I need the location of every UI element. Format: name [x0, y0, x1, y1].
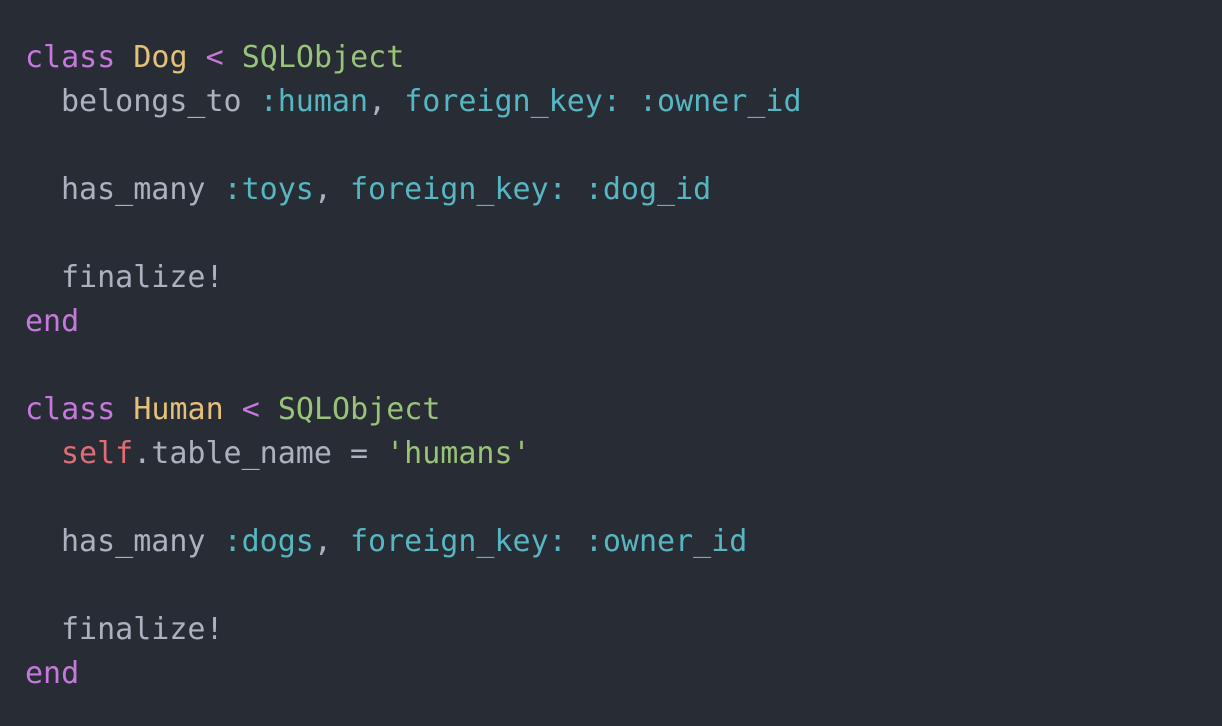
code-line: end [25, 652, 1222, 696]
code-token-self: self [61, 436, 134, 471]
code-token-keyword: class [25, 40, 116, 75]
code-token-plain: belongs_to [61, 84, 242, 119]
code-token-plain: , [313, 524, 350, 559]
code-token-keyword: end [25, 304, 80, 339]
code-line: has_many :dogs, foreign_key: :owner_id [25, 520, 1222, 564]
code-token-super: SQLObject [277, 392, 441, 427]
code-token-symbol: :owner_id [639, 84, 802, 119]
code-line: belongs_to :human, foreign_key: :owner_i… [25, 80, 1222, 124]
code-token-plain: has_many [61, 172, 206, 207]
code-token-plain: .table_name = [133, 436, 387, 471]
code-editor: class Dog < SQLObject belongs_to :human, … [0, 0, 1222, 726]
code-token-symbol: :dog_id [584, 172, 712, 207]
code-token-keyword: class [25, 392, 116, 427]
code-line: has_many :toys, foreign_key: :dog_id [25, 168, 1222, 212]
code-line: ​ [25, 124, 1222, 168]
code-token-plain: has_many [61, 524, 206, 559]
code-line: ​ [25, 344, 1222, 388]
code-line: ​ [25, 476, 1222, 520]
code-token-symbol: :dogs [223, 524, 314, 559]
code-token-symbol: foreign_key: [350, 172, 567, 207]
code-line: self.table_name = 'humans' [25, 432, 1222, 476]
code-token-symbol: :owner_id [584, 524, 748, 559]
code-line: end [25, 300, 1222, 344]
code-token-class: Dog [133, 40, 188, 75]
code-token-symbol: :human [259, 84, 369, 119]
code-token-keyword: end [25, 656, 80, 691]
code-token-symbol: foreign_key: [404, 84, 621, 119]
code-token-plain: , [313, 172, 350, 207]
code-token-class: Human [133, 392, 224, 427]
code-token-plain: , [368, 84, 405, 119]
code-token-symbol: foreign_key: [350, 524, 567, 559]
code-line: ​ [25, 564, 1222, 608]
code-token-string: 'humans' [386, 436, 531, 471]
code-token-plain: finalize! [61, 260, 224, 295]
code-line: class Dog < SQLObject [25, 36, 1222, 80]
code-token-keyword: < [205, 40, 224, 75]
code-line: class Human < SQLObject [25, 388, 1222, 432]
code-line: finalize! [25, 608, 1222, 652]
code-token-plain: finalize! [61, 612, 224, 647]
code-token-symbol: :toys [223, 172, 314, 207]
code-line: finalize! [25, 256, 1222, 300]
code-block: class Dog < SQLObject belongs_to :human, … [25, 36, 1222, 696]
code-token-super: SQLObject [241, 40, 405, 75]
code-token-keyword: < [241, 392, 260, 427]
code-line: ​ [25, 212, 1222, 256]
